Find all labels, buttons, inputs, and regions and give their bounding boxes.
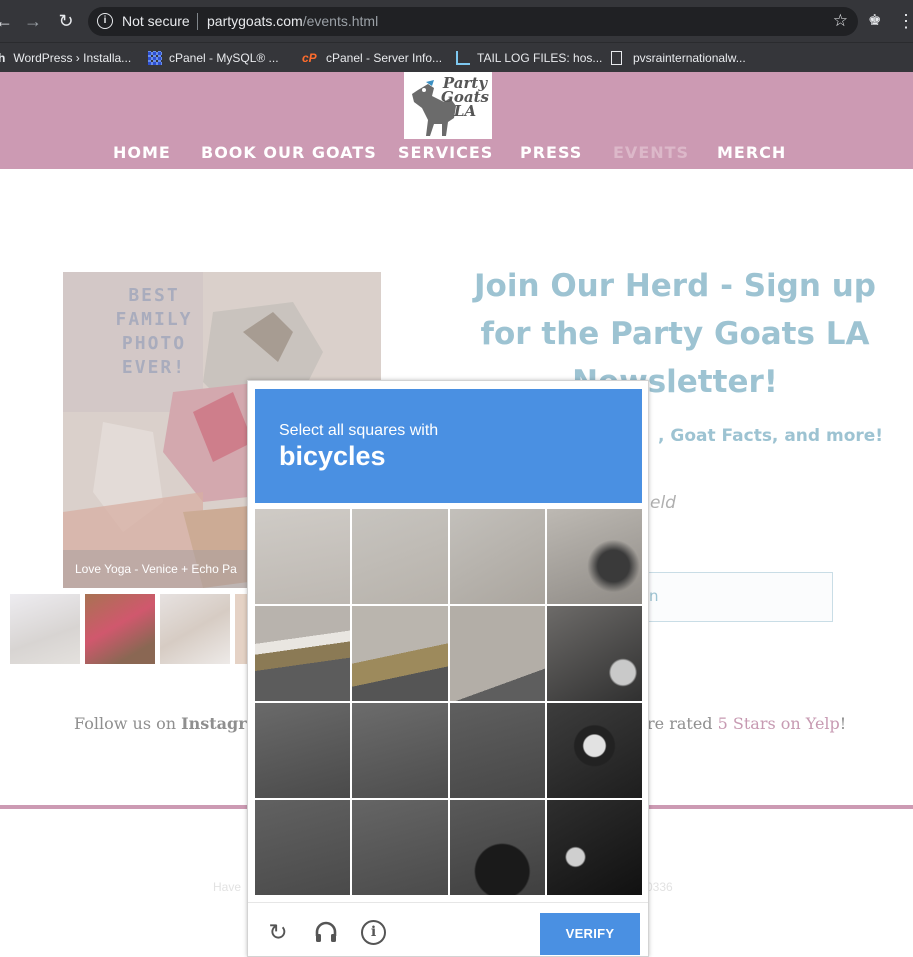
back-icon[interactable]: ← bbox=[0, 9, 16, 33]
gallery-thumbnail[interactable] bbox=[10, 594, 80, 664]
newsletter-subtitle: , Goat Facts, and more! bbox=[658, 426, 884, 446]
captcha-tile[interactable] bbox=[449, 606, 545, 701]
chart-icon bbox=[456, 51, 470, 65]
captcha-tile[interactable] bbox=[255, 703, 351, 798]
footer-text: Have bbox=[213, 880, 242, 894]
bookmark-label: WordPress › Installa... bbox=[13, 51, 132, 65]
bookmarks-bar: h WordPress › Installa... cPanel - MySQL… bbox=[0, 42, 913, 72]
nav-press[interactable]: PRESS bbox=[520, 143, 582, 162]
info-icon[interactable]: i bbox=[361, 920, 386, 945]
bookmark-tail-log[interactable]: TAIL LOG FILES: hos... bbox=[456, 48, 602, 68]
bookmark-star-icon[interactable]: ☆ bbox=[833, 11, 848, 31]
captcha-tile[interactable] bbox=[352, 703, 448, 798]
follow-text: Follow us on Instagram bbox=[74, 714, 274, 733]
bookmark-label: cPanel - MySQL® ... bbox=[169, 51, 279, 65]
required-field-note: eld bbox=[650, 493, 676, 513]
captcha-header: Select all squares with bicycles bbox=[255, 389, 642, 503]
bookmark-wordpress[interactable]: h WordPress › Installa... bbox=[0, 48, 131, 68]
address-bar[interactable]: i Not secure partygoats.com/events.html … bbox=[88, 7, 858, 36]
captcha-tile[interactable] bbox=[352, 509, 448, 604]
captcha-footer: ↻ i VERIFY bbox=[248, 902, 648, 957]
cpanel-icon: cP bbox=[302, 51, 317, 65]
url-text[interactable]: partygoats.com/events.html bbox=[207, 13, 378, 29]
gallery-caption: Love Yoga - Venice + Echo Pa bbox=[75, 562, 237, 576]
verify-button[interactable]: VERIFY bbox=[540, 913, 640, 955]
bookmark-label: pvsrainternationalw... bbox=[633, 51, 746, 65]
gallery-thumbnail[interactable] bbox=[160, 594, 230, 664]
reload-icon[interactable]: ↻ bbox=[265, 919, 291, 945]
captcha-tile[interactable] bbox=[449, 800, 545, 895]
captcha-tile[interactable] bbox=[546, 606, 642, 701]
captcha-grid bbox=[255, 509, 642, 895]
incognito-icon[interactable]: ♚ bbox=[868, 11, 881, 29]
main-nav: HOME BOOK OUR GOATS SERVICES PRESS EVENT… bbox=[0, 143, 913, 163]
nav-events[interactable]: EVENTS bbox=[613, 143, 689, 162]
captcha-tile[interactable] bbox=[255, 606, 351, 701]
bookmark-label: cPanel - Server Info... bbox=[326, 51, 443, 65]
captcha-tile[interactable] bbox=[352, 800, 448, 895]
captcha-tile[interactable] bbox=[546, 800, 642, 895]
security-label: Not secure bbox=[122, 13, 190, 29]
browser-toolbar: ← → ↻ i Not secure partygoats.com/events… bbox=[0, 0, 913, 42]
captcha-tile[interactable] bbox=[546, 703, 642, 798]
captcha-tile[interactable] bbox=[449, 703, 545, 798]
follow-prefix: Follow us on bbox=[74, 714, 182, 733]
site-logo[interactable]: Party Goats LA bbox=[404, 72, 492, 139]
captcha-tile[interactable] bbox=[255, 800, 351, 895]
bookmark-cpanel-mysql[interactable]: cPanel - MySQL® ... bbox=[148, 48, 279, 68]
nav-home[interactable]: HOME bbox=[113, 143, 171, 162]
headphones-icon[interactable] bbox=[313, 919, 339, 945]
nav-services[interactable]: SERVICES bbox=[398, 143, 493, 162]
captcha-target: bicycles bbox=[279, 441, 386, 471]
rated-prefix: re rated bbox=[647, 714, 718, 733]
forward-icon[interactable]: → bbox=[21, 9, 45, 33]
grid-icon bbox=[148, 51, 162, 65]
page-icon bbox=[611, 51, 622, 65]
info-icon[interactable]: i bbox=[97, 13, 113, 29]
bookmark-pvsra[interactable]: pvsrainternationalw... bbox=[611, 48, 746, 68]
captcha-prompt: Select all squares with bbox=[279, 422, 439, 439]
gallery-image-text: BEST FAMILY PHOTO EVER! bbox=[115, 285, 193, 378]
nav-merch[interactable]: MERCH bbox=[717, 143, 786, 162]
url-domain: partygoats.com bbox=[207, 13, 303, 29]
gallery-thumbnail[interactable] bbox=[85, 594, 155, 664]
reload-icon[interactable]: ↻ bbox=[54, 9, 78, 33]
captcha-dialog: Select all squares with bicycles ↻ i VER… bbox=[247, 380, 649, 957]
footer-phone: 0336 bbox=[646, 880, 673, 894]
wordpress-icon: h bbox=[0, 51, 6, 65]
rated-text: re rated 5 Stars on Yelp! bbox=[647, 714, 846, 733]
yelp-link[interactable]: 5 Stars on Yelp bbox=[718, 714, 840, 733]
url-path: /events.html bbox=[302, 13, 379, 29]
newsletter-email-input[interactable]: n bbox=[620, 572, 833, 622]
rated-suffix: ! bbox=[839, 714, 847, 733]
logo-text: Party Goats LA bbox=[441, 74, 489, 120]
omnibox-divider bbox=[197, 13, 198, 30]
captcha-tile[interactable] bbox=[449, 509, 545, 604]
captcha-tile[interactable] bbox=[352, 606, 448, 701]
bookmark-cpanel-server[interactable]: cP cPanel - Server Info... bbox=[302, 48, 442, 68]
bookmark-label: TAIL LOG FILES: hos... bbox=[477, 51, 603, 65]
nav-book-our-goats[interactable]: BOOK OUR GOATS bbox=[201, 143, 377, 162]
captcha-tile[interactable] bbox=[255, 509, 351, 604]
captcha-tile[interactable] bbox=[546, 509, 642, 604]
menu-icon[interactable]: ⋮ bbox=[897, 9, 913, 33]
